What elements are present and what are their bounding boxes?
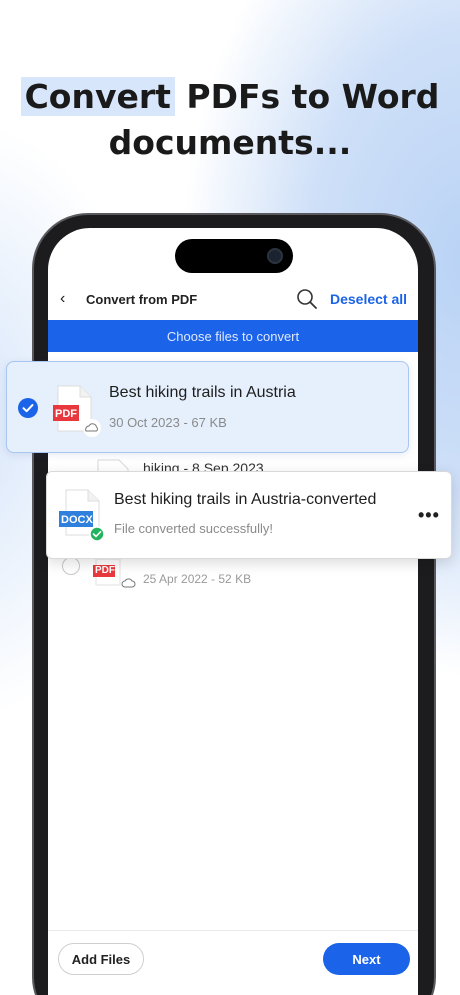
headline-line2: documents... <box>108 123 352 162</box>
promo-headline: Convert PDFs to Word documents... <box>0 74 460 166</box>
pdf-badge: PDF <box>55 408 77 420</box>
instruction-banner: Choose files to convert <box>48 320 418 352</box>
conversion-status: File converted successfully! <box>114 521 273 536</box>
pdf-badge: PDF <box>95 565 115 576</box>
banner-text: Choose files to convert <box>166 328 300 344</box>
deselect-all-button[interactable]: Deselect all <box>330 291 407 307</box>
file-meta: 30 Oct 2023 - 67 KB <box>109 415 227 430</box>
checkmark-icon[interactable] <box>18 398 38 418</box>
file-title: Best hiking trails in Austria-converted <box>114 491 377 508</box>
headline-highlight: Convert <box>20 77 175 116</box>
select-radio[interactable] <box>62 557 80 575</box>
search-icon[interactable] <box>296 288 318 310</box>
more-options-icon[interactable]: ••• <box>418 505 440 526</box>
docx-badge: DOCX <box>61 514 93 526</box>
dynamic-island <box>175 239 293 273</box>
headline-line1: PDFs to Word <box>174 77 440 116</box>
camera-icon <box>267 248 283 264</box>
page-title: Convert from PDF <box>86 292 198 307</box>
footer-divider <box>48 930 418 931</box>
list-item-meta: 25 Apr 2022 - 52 KB <box>143 572 252 586</box>
add-files-button[interactable]: Add Files <box>58 943 144 975</box>
next-button[interactable]: Next <box>323 943 410 975</box>
back-button[interactable]: ‹ <box>60 290 65 308</box>
file-title: Best hiking trails in Austria <box>109 384 296 401</box>
